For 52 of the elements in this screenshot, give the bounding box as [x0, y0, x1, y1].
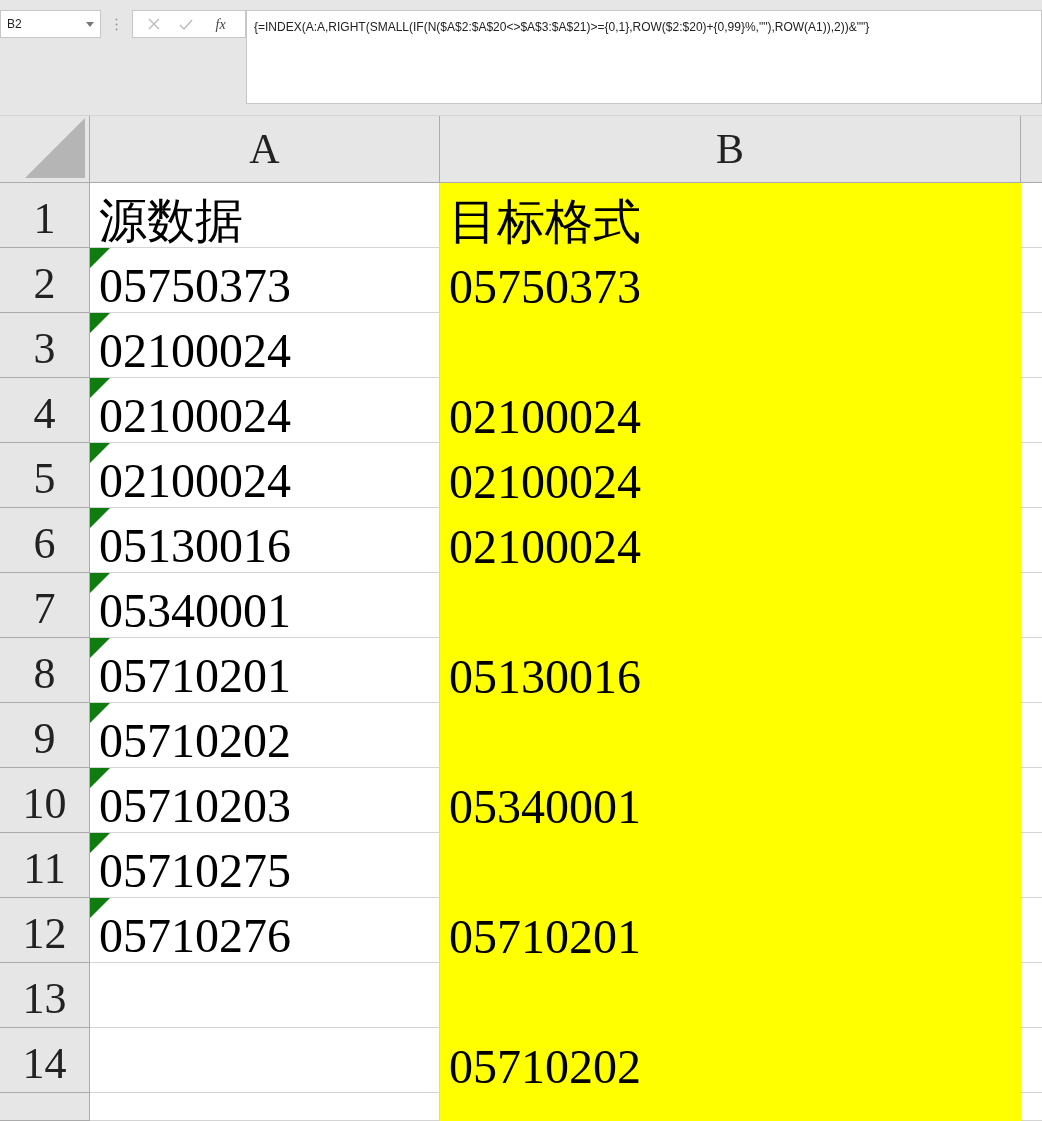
spreadsheet-cell[interactable]: 05340001	[90, 573, 440, 638]
row-header[interactable]: 10	[0, 768, 90, 833]
column-header[interactable]: B	[440, 116, 1021, 182]
spreadsheet-cell[interactable]: 源数据	[90, 183, 440, 248]
row-header[interactable]: 7	[0, 573, 90, 638]
row-header[interactable]: 9	[0, 703, 90, 768]
spreadsheet-cell[interactable]: 02100024	[440, 378, 1021, 443]
row-header[interactable]: 1	[0, 183, 90, 248]
spreadsheet-cell[interactable]: 05710202	[90, 703, 440, 768]
cancel-icon[interactable]	[148, 18, 161, 30]
spreadsheet-cell[interactable]: 02100024	[440, 508, 1021, 573]
row-header[interactable]: 14	[0, 1028, 90, 1093]
spreadsheet-cell[interactable]: 05710275	[90, 833, 440, 898]
select-all-icon[interactable]	[25, 118, 85, 178]
spreadsheet-cell[interactable]: 05710201	[90, 638, 440, 703]
dropdown-icon	[86, 21, 94, 27]
spreadsheet-cell[interactable]: 05710202	[440, 1028, 1021, 1093]
row-header[interactable]: 13	[0, 963, 90, 1028]
spreadsheet-cell[interactable]: 05130016	[440, 638, 1021, 703]
spreadsheet-cell[interactable]	[440, 1093, 1021, 1121]
row-header[interactable]: 12	[0, 898, 90, 963]
spreadsheet-cell[interactable]: 02100024	[90, 313, 440, 378]
row-header[interactable]: 6	[0, 508, 90, 573]
row-header[interactable]	[0, 1093, 90, 1121]
row-header[interactable]: 4	[0, 378, 90, 443]
spreadsheet-cell[interactable]: 05710276	[90, 898, 440, 963]
cell-reference: B2	[7, 16, 22, 33]
checkmark-icon[interactable]	[178, 18, 193, 30]
spreadsheet-cell[interactable]: 05750373	[90, 248, 440, 313]
insert-function-button[interactable]: fx	[211, 13, 230, 35]
row-header[interactable]: 2	[0, 248, 90, 313]
spreadsheet-cell[interactable]: 05710203	[90, 768, 440, 833]
spreadsheet-cell[interactable]: 02100024	[90, 378, 440, 443]
formula-input[interactable]: {=INDEX(A:A,RIGHT(SMALL(IF(N($A$2:$A$20<>$A$3:$A$21)>={0,1},ROW($2:$20)+{0,99}%,""),ROW(A1)),2))&""}	[246, 10, 1042, 104]
formula-text: {=INDEX(A:A,RIGHT(SMALL(IF(N($A$2:$A$20<>$A$3:$A$21)>={0,1},ROW($2:$20)+{0,99}%,""),ROW(A1)),2))&""}	[254, 20, 870, 34]
row-header[interactable]: 11	[0, 833, 90, 898]
grip-icon	[115, 17, 118, 31]
row-header[interactable]: 8	[0, 638, 90, 703]
spreadsheet-cell[interactable]: 02100024	[90, 443, 440, 508]
spreadsheet-cell[interactable]: 02100024	[440, 443, 1021, 508]
spreadsheet-cell[interactable]	[90, 1093, 440, 1121]
spreadsheet-cell[interactable]	[90, 963, 440, 1028]
column-header[interactable]: A	[90, 116, 440, 182]
spreadsheet-cell[interactable]: 05710201	[440, 898, 1021, 963]
row-header[interactable]: 5	[0, 443, 90, 508]
spreadsheet-cell[interactable]: 05750373	[440, 248, 1021, 313]
spreadsheet-cell[interactable]	[90, 1028, 440, 1093]
spreadsheet-cell[interactable]: 目标格式	[440, 183, 1021, 248]
row-header[interactable]: 3	[0, 313, 90, 378]
name-box[interactable]: B2	[0, 10, 101, 38]
spreadsheet-cell[interactable]: 05130016	[90, 508, 440, 573]
spreadsheet-cell[interactable]: 05340001	[440, 768, 1021, 833]
